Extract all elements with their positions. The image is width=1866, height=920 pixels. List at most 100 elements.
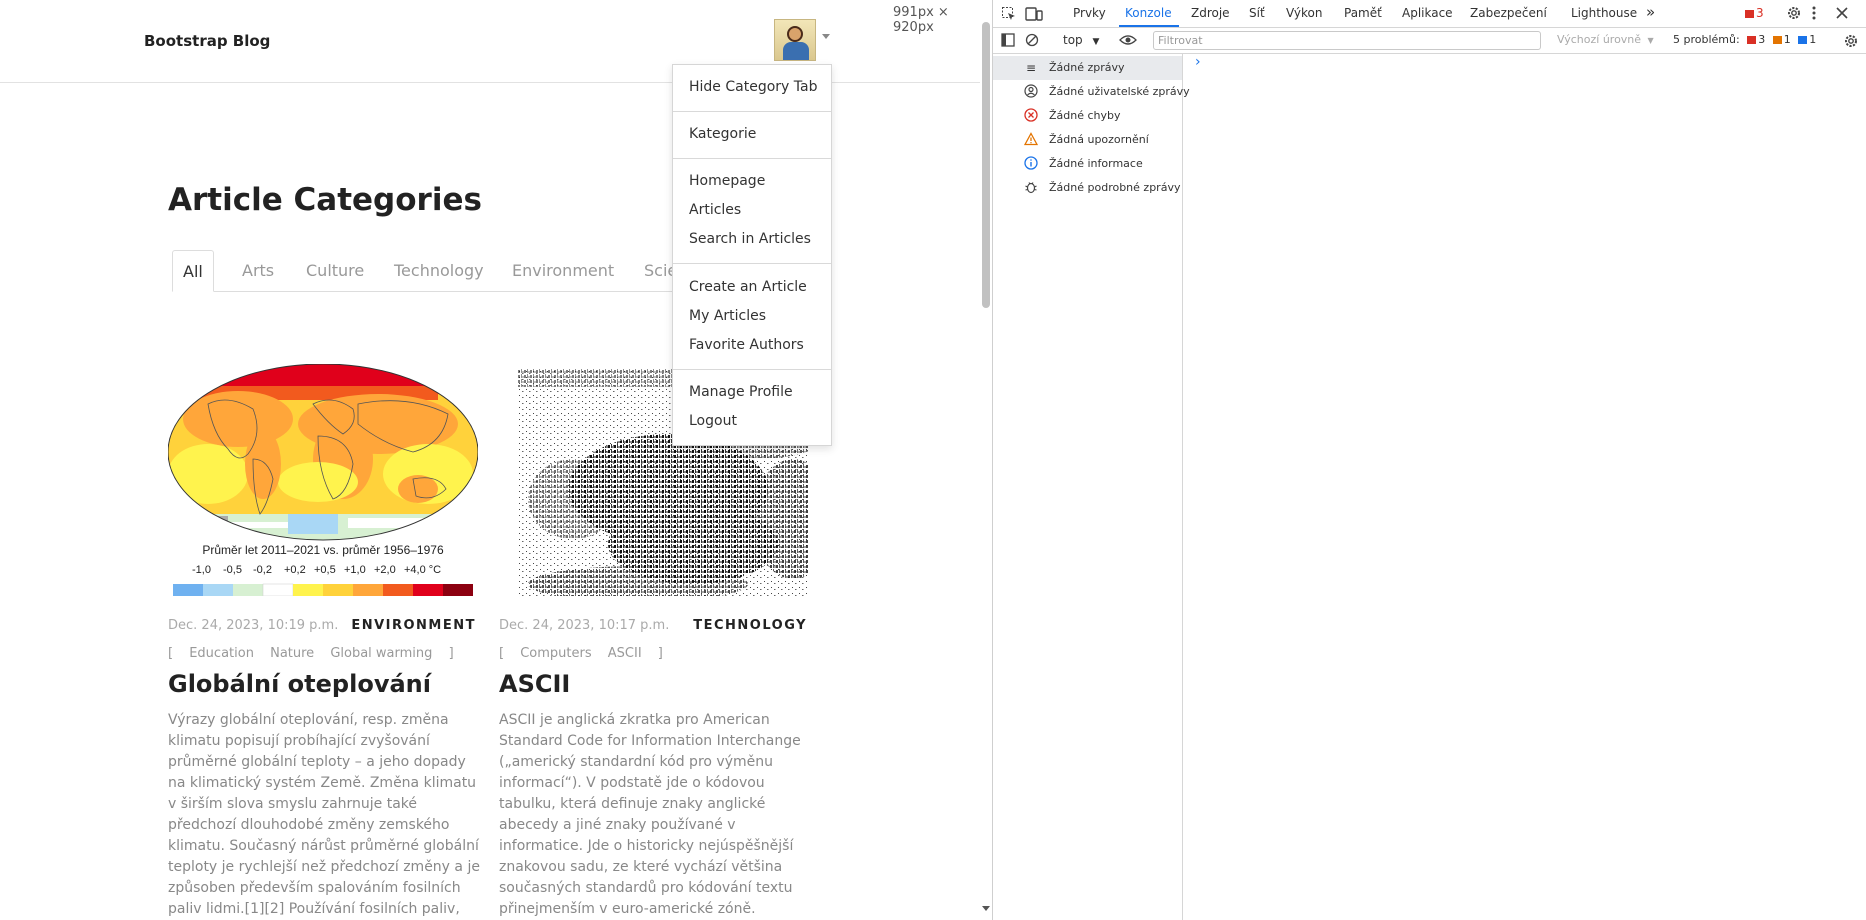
tab-console[interactable]: Konzole: [1125, 6, 1172, 20]
sidebar-item-user-messages[interactable]: Žádné uživatelské zprávy: [993, 80, 1190, 104]
issues-errors: 3: [1758, 33, 1766, 46]
article-image-global-warming-map[interactable]: Průměr let 2011–2021 vs. průměr 1956–197…: [168, 364, 478, 596]
more-options-icon[interactable]: [1811, 5, 1817, 21]
avatar-body: [783, 42, 809, 60]
error-count: 3: [1756, 6, 1764, 20]
active-tab-indicator: [1119, 25, 1179, 27]
context-selector[interactable]: top ▼: [1063, 33, 1099, 47]
article-date: Dec. 24, 2023, 10:19 p.m.: [168, 618, 339, 633]
article-category[interactable]: ENVIRONMENT: [351, 618, 476, 633]
tags-open-bracket: [: [168, 646, 174, 661]
article-category[interactable]: TECHNOLOGY: [693, 618, 807, 633]
user-dropdown-menu: Hide Category Tab Kategorie Homepage Art…: [672, 64, 832, 446]
tag-link[interactable]: Computers: [520, 646, 591, 661]
menu-item-hide-category-tab[interactable]: Hide Category Tab: [689, 79, 817, 95]
menu-divider: [673, 263, 831, 264]
tab-performance[interactable]: Výkon: [1286, 6, 1322, 20]
legend-tick: -0,2: [253, 564, 272, 576]
tab-arts[interactable]: Arts: [232, 250, 284, 292]
sidebar-item-label: Žádná upozornění: [1049, 133, 1149, 146]
article-tags: [ Computers ASCII ]: [499, 646, 675, 661]
sidebar-item-label: Žádné informace: [1049, 157, 1143, 170]
scroll-down-arrow-icon[interactable]: [982, 906, 990, 911]
menu-item-my-articles[interactable]: My Articles: [689, 308, 766, 324]
clear-console-icon[interactable]: [1025, 33, 1039, 47]
menu-divider: [673, 111, 831, 112]
tags-close-bracket: ]: [448, 646, 454, 661]
user-avatar[interactable]: [774, 19, 816, 61]
info-icon: [1023, 156, 1039, 172]
sidebar-item-label: Žádné zprávy: [1049, 61, 1125, 74]
tab-memory[interactable]: Paměť: [1344, 6, 1382, 20]
tab-sources[interactable]: Zdroje: [1191, 6, 1230, 20]
dropdown-caret-icon: ▼: [1647, 36, 1654, 45]
error-count-badge[interactable]: 3: [1745, 6, 1764, 20]
tab-application[interactable]: Aplikace: [1402, 6, 1453, 20]
menu-item-create-article[interactable]: Create an Article: [689, 279, 807, 295]
legend-tick: +0,5: [314, 564, 336, 576]
bug-icon: [1023, 180, 1039, 196]
more-tabs-icon[interactable]: »: [1646, 3, 1655, 21]
world-map-graphic: [168, 364, 478, 596]
tab-all[interactable]: All: [172, 250, 214, 292]
tab-lighthouse[interactable]: Lighthouse: [1571, 6, 1637, 20]
tab-network[interactable]: Síť: [1249, 6, 1265, 20]
tag-link[interactable]: Nature: [270, 646, 314, 661]
log-levels-label: Výchozí úrovně: [1557, 33, 1642, 46]
console-filter-input[interactable]: Filtrovat: [1153, 31, 1541, 50]
tag-link[interactable]: Education: [189, 646, 254, 661]
menu-item-manage-profile[interactable]: Manage Profile: [689, 384, 793, 400]
page-title: Article Categories: [168, 182, 482, 218]
legend-tick: +1,0: [344, 564, 366, 576]
tag-link[interactable]: Global warming: [330, 646, 432, 661]
sidebar-item-all-messages[interactable]: ≡ Žádné zprávy: [993, 56, 1182, 80]
tag-link[interactable]: ASCII: [608, 646, 642, 661]
device-toolbar-icon[interactable]: [1025, 6, 1043, 22]
tags-open-bracket: [: [499, 646, 505, 661]
menu-divider: [673, 369, 831, 370]
sidebar-item-verbose[interactable]: Žádné podrobné zprávy: [993, 176, 1182, 200]
article-title[interactable]: ASCII: [499, 670, 570, 698]
console-settings-gear-icon[interactable]: [1843, 33, 1859, 49]
page-scrollbar[interactable]: [980, 0, 992, 920]
article-title[interactable]: Globální oteplování: [168, 670, 431, 698]
menu-item-homepage[interactable]: Homepage: [689, 173, 765, 189]
tab-environment[interactable]: Environment: [502, 250, 624, 292]
list-icon: ≡: [1025, 61, 1037, 75]
console-prompt[interactable]: ›: [1195, 54, 1201, 70]
log-levels-dropdown[interactable]: Výchozí úrovně ▼: [1557, 33, 1654, 46]
inspect-element-icon[interactable]: [1001, 6, 1017, 22]
tab-culture[interactable]: Culture: [296, 250, 374, 292]
chevron-down-icon[interactable]: [822, 34, 830, 39]
menu-item-kategorie[interactable]: Kategorie: [689, 126, 756, 142]
issues-label: 5 problémů:: [1673, 33, 1740, 46]
issues-counter[interactable]: 5 problémů: 3 1 1: [1673, 33, 1816, 46]
menu-item-search-in-articles[interactable]: Search in Articles: [689, 231, 811, 247]
legend-tick: -1,0: [192, 564, 211, 576]
user-icon: [1023, 84, 1039, 100]
tab-technology[interactable]: Technology: [384, 250, 494, 292]
menu-divider: [673, 158, 831, 159]
sidebar-item-warnings[interactable]: Žádná upozornění: [993, 128, 1182, 152]
error-badge-icon: [1747, 36, 1757, 44]
scrollbar-thumb[interactable]: [982, 22, 990, 308]
settings-gear-icon[interactable]: [1786, 5, 1802, 21]
live-expression-eye-icon[interactable]: [1119, 33, 1137, 47]
console-sidebar: ≡ Žádné zprávy Žádné uživatelské zprávy …: [993, 54, 1190, 920]
sidebar-item-errors[interactable]: Žádné chyby: [993, 104, 1182, 128]
menu-item-favorite-authors[interactable]: Favorite Authors: [689, 337, 804, 353]
article-excerpt: Výrazy globální oteplování, resp. změna …: [168, 712, 480, 917]
sidebar-toggle-icon[interactable]: [1001, 33, 1015, 47]
sidebar-item-label: Žádné chyby: [1049, 109, 1121, 122]
legend-colorbar: [173, 583, 473, 596]
sidebar-item-label: Žádné uživatelské zprávy: [1049, 85, 1190, 98]
warning-badge-icon: [1772, 36, 1782, 44]
navbar-brand[interactable]: Bootstrap Blog: [144, 32, 270, 50]
tab-elements[interactable]: Prvky: [1073, 6, 1106, 20]
tab-security[interactable]: Zabezpečení: [1470, 6, 1547, 20]
menu-item-articles[interactable]: Articles: [689, 202, 741, 218]
sidebar-item-info[interactable]: Žádné informace: [993, 152, 1182, 176]
close-icon[interactable]: [1835, 6, 1849, 20]
menu-item-logout[interactable]: Logout: [689, 413, 737, 429]
legend-tick: +0,2: [284, 564, 306, 576]
